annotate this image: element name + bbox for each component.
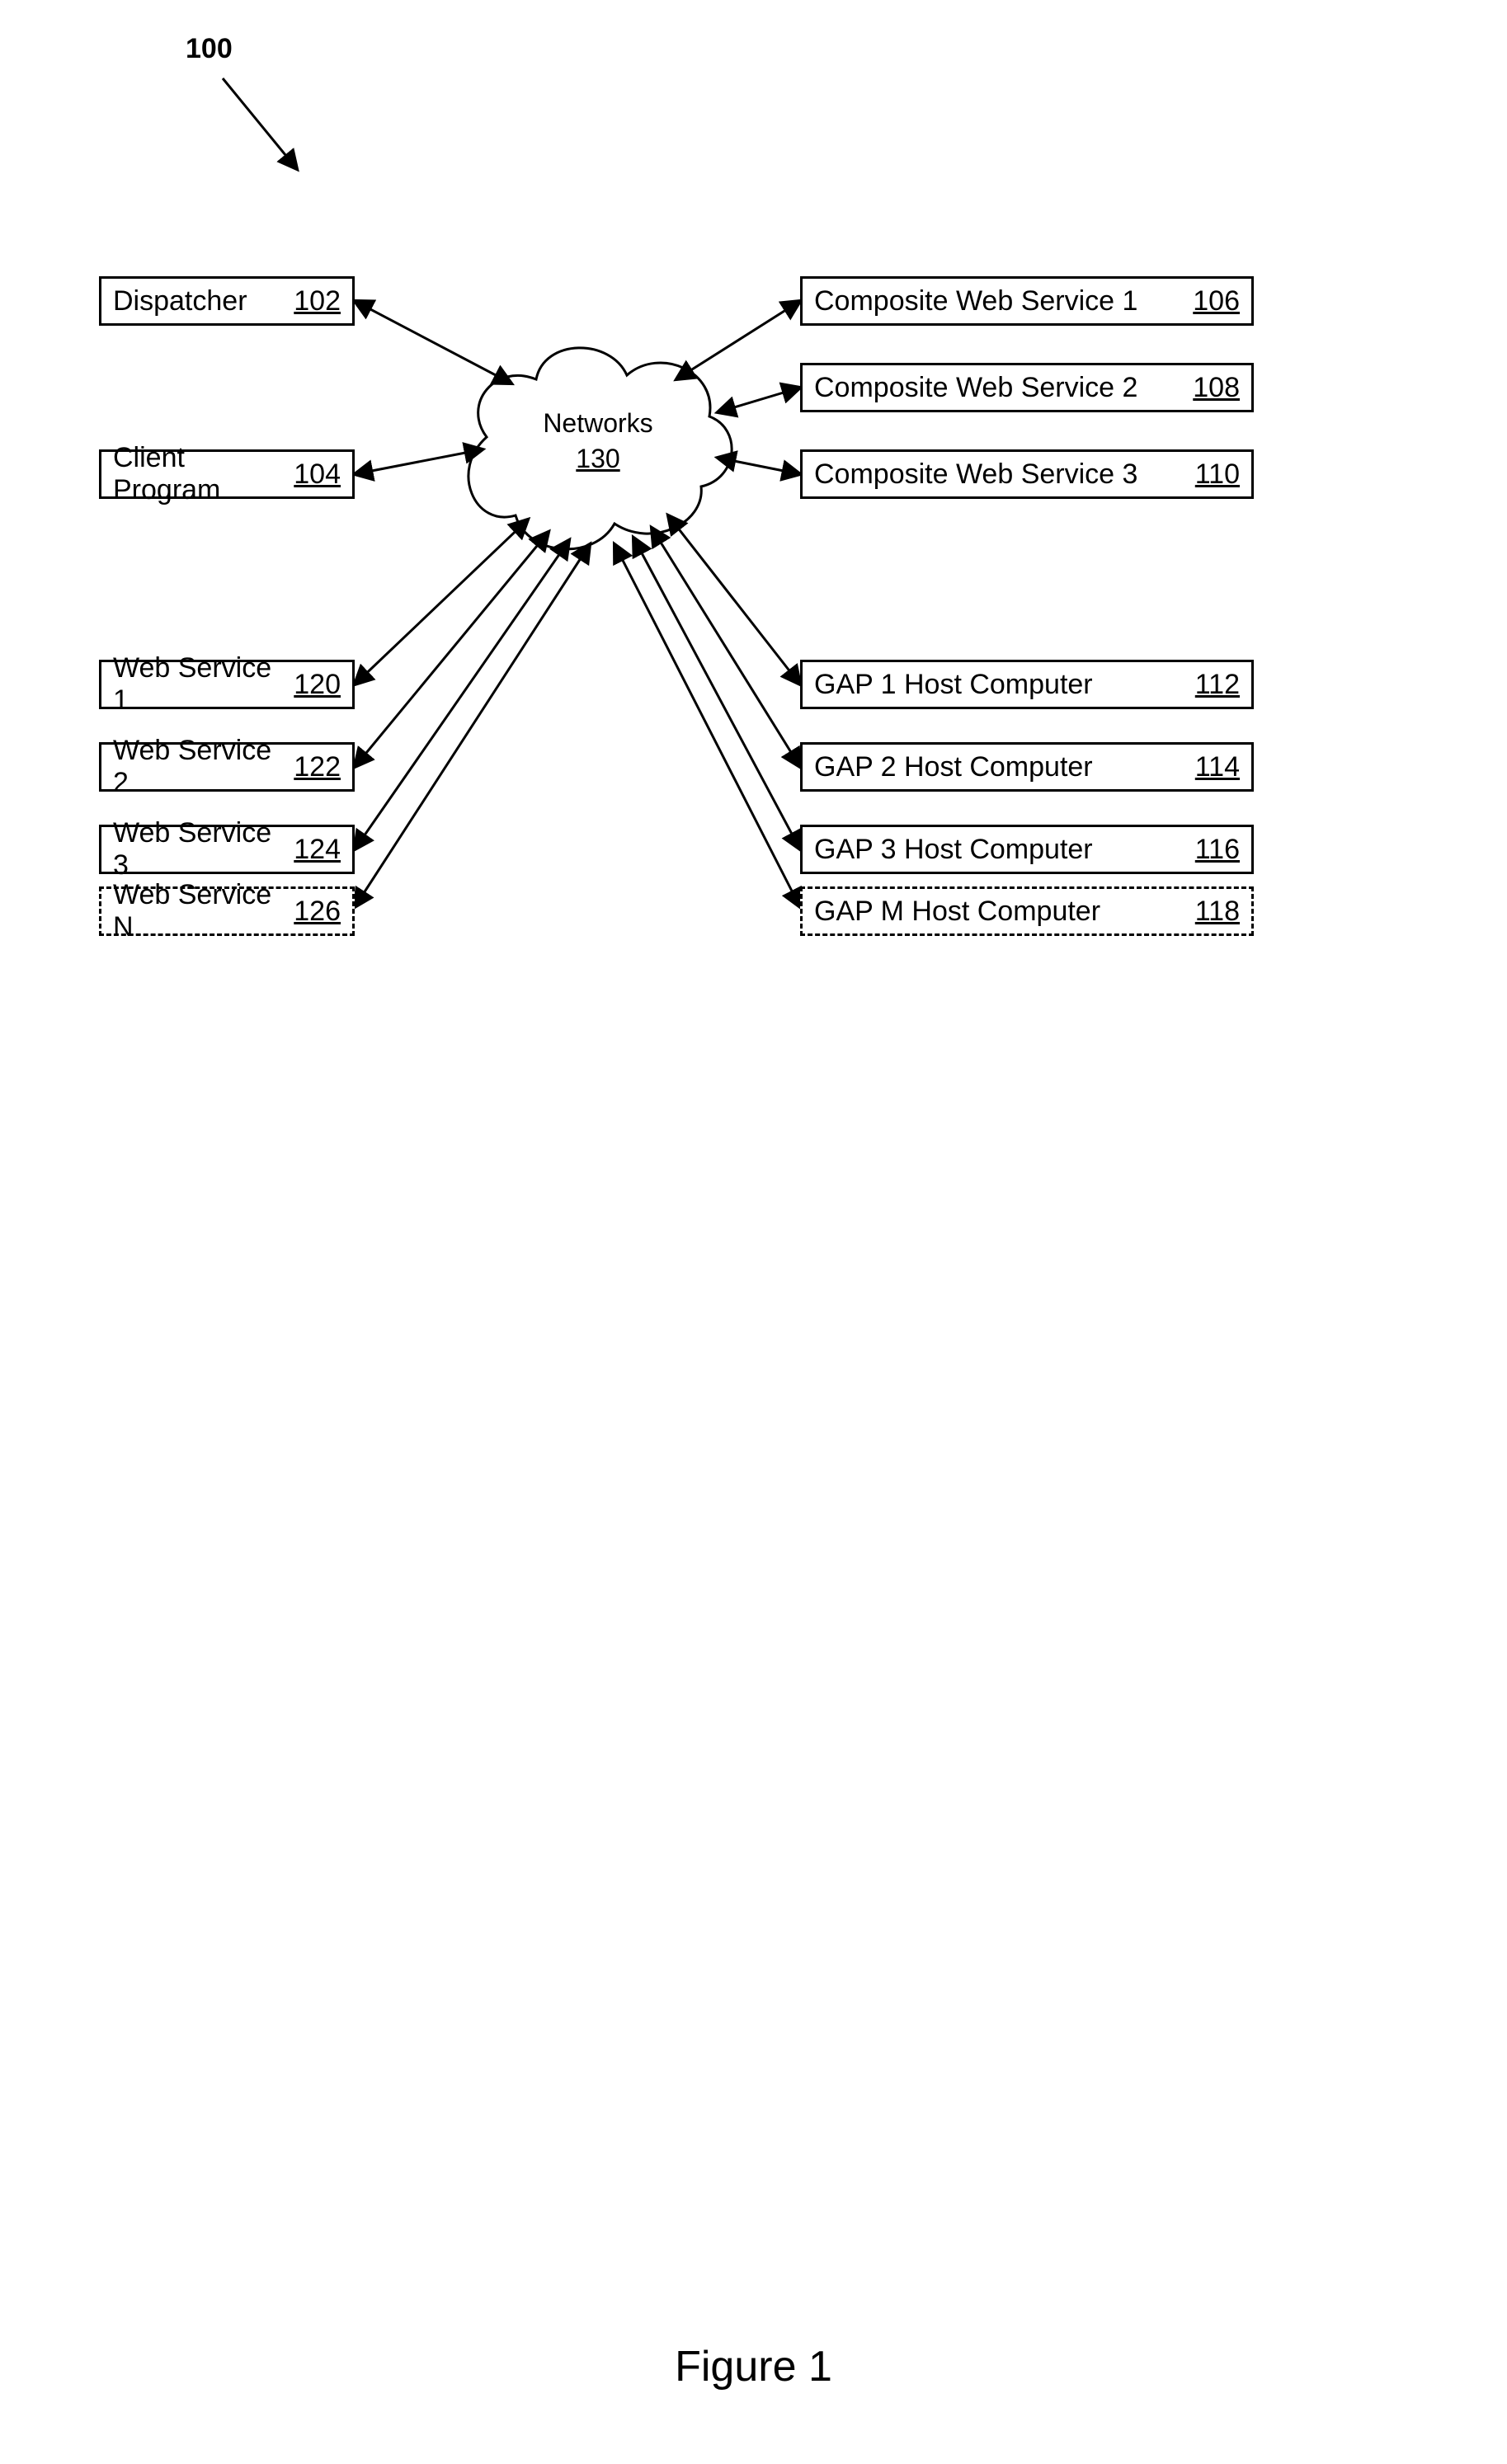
box-label: GAP 3 Host Computer xyxy=(814,834,1179,866)
box-label: Composite Web Service 2 xyxy=(814,372,1176,404)
box-ref: 112 xyxy=(1195,669,1240,701)
box-ref: 126 xyxy=(294,896,341,928)
box-composite-ws-2: Composite Web Service 2 108 xyxy=(800,363,1254,412)
box-gap-host-2: GAP 2 Host Computer 114 xyxy=(800,742,1254,792)
diagram-page: 100 Ne xyxy=(0,0,1507,2464)
box-web-service-1: Web Service 1 120 xyxy=(99,660,355,709)
box-ref: 122 xyxy=(294,751,341,783)
figure-number-label: 100 xyxy=(186,33,233,65)
box-label: Web Service N xyxy=(113,879,277,943)
networks-cloud: Networks 130 xyxy=(516,408,681,474)
box-web-service-n: Web Service N 126 xyxy=(99,886,355,936)
box-label: GAP M Host Computer xyxy=(814,896,1179,928)
box-ref: 118 xyxy=(1195,896,1240,928)
box-dispatcher: Dispatcher 102 xyxy=(99,276,355,326)
box-gap-host-3: GAP 3 Host Computer 116 xyxy=(800,825,1254,874)
box-ref: 120 xyxy=(294,669,341,701)
box-label: Web Service 3 xyxy=(113,817,277,882)
figure-caption: Figure 1 xyxy=(0,2342,1507,2391)
box-ref: 110 xyxy=(1195,458,1240,491)
box-composite-ws-3: Composite Web Service 3 110 xyxy=(800,449,1254,499)
arrow-overlay xyxy=(0,0,1507,2464)
box-label: Web Service 2 xyxy=(113,735,277,799)
networks-ref: 130 xyxy=(516,444,681,474)
box-label: Web Service 1 xyxy=(113,652,277,717)
box-label: Client Program xyxy=(113,442,277,506)
networks-label: Networks xyxy=(543,408,652,438)
box-label: Composite Web Service 1 xyxy=(814,285,1176,317)
box-ref: 114 xyxy=(1195,751,1240,783)
box-web-service-3: Web Service 3 124 xyxy=(99,825,355,874)
box-web-service-2: Web Service 2 122 xyxy=(99,742,355,792)
box-ref: 106 xyxy=(1193,285,1240,317)
box-composite-ws-1: Composite Web Service 1 106 xyxy=(800,276,1254,326)
box-gap-host-m: GAP M Host Computer 118 xyxy=(800,886,1254,936)
box-ref: 124 xyxy=(294,834,341,866)
box-ref: 104 xyxy=(294,458,341,491)
box-ref: 116 xyxy=(1195,834,1240,866)
box-ref: 102 xyxy=(294,285,341,317)
box-gap-host-1: GAP 1 Host Computer 112 xyxy=(800,660,1254,709)
box-client-program: Client Program 104 xyxy=(99,449,355,499)
box-label: GAP 2 Host Computer xyxy=(814,751,1179,783)
box-label: GAP 1 Host Computer xyxy=(814,669,1179,701)
box-ref: 108 xyxy=(1193,372,1240,404)
box-label: Dispatcher xyxy=(113,285,277,317)
box-label: Composite Web Service 3 xyxy=(814,458,1179,491)
